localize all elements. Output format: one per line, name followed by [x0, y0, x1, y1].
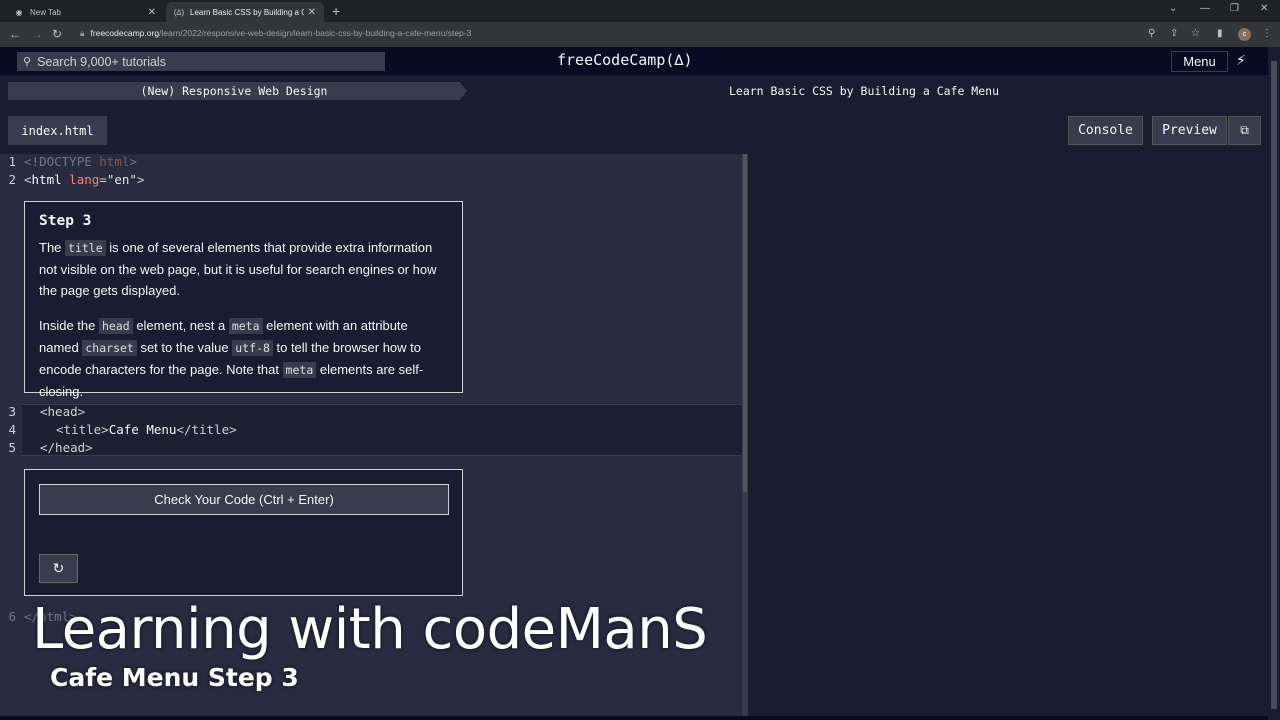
- check-code-button[interactable]: Check Your Code (Ctrl + Enter): [39, 484, 449, 515]
- reset-icon[interactable]: ↻: [39, 554, 78, 583]
- check-code-panel: Check Your Code (Ctrl + Enter) ↻: [24, 469, 463, 596]
- search-input[interactable]: ⚲ Search 9,000+ tutorials: [17, 52, 385, 71]
- line-number: 5: [8, 440, 16, 455]
- user-icon[interactable]: ⚡︎: [1236, 52, 1246, 69]
- browser-tab-bar: ◉ New Tab ✕ (∆) Learn Basic CSS by Build…: [0, 0, 1280, 22]
- zoom-icon[interactable]: ⚲: [1148, 28, 1155, 39]
- tab-list-chevron-icon[interactable]: ⌄: [1169, 3, 1177, 14]
- close-window-button[interactable]: ✕: [1260, 3, 1268, 14]
- menu-button[interactable]: Menu: [1171, 51, 1228, 72]
- code-line-3: <head>: [40, 404, 86, 419]
- tab-title: New Tab: [30, 7, 61, 17]
- browser-toolbar: ← → ↻ 🔒︎ freecodecamp.org/learn/2022/resp…: [0, 22, 1280, 47]
- overlay-title: Learning with codeManS: [32, 597, 708, 662]
- profile-avatar[interactable]: c: [1238, 28, 1251, 41]
- share-icon[interactable]: ⇪: [1170, 28, 1178, 39]
- line-number: 2: [8, 172, 16, 187]
- browser-tab-fcc[interactable]: (∆) Learn Basic CSS by Building a Ca ✕: [166, 2, 324, 22]
- search-placeholder: Search 9,000+ tutorials: [37, 54, 166, 69]
- breadcrumb-block[interactable]: Learn Basic CSS by Building a Cafe Menu: [640, 82, 1088, 100]
- reload-button[interactable]: ↻: [52, 27, 62, 41]
- flame-icon: ∆: [674, 51, 684, 69]
- url-host: freecodecamp.org: [90, 28, 160, 38]
- browser-tab-new-tab[interactable]: ◉ New Tab ✕: [6, 2, 164, 22]
- code-line-4: <title>Cafe Menu</title>: [56, 422, 237, 437]
- url-path: /learn/2022/responsive-web-design/learn-…: [159, 28, 472, 38]
- side-panel-icon[interactable]: ▮: [1217, 28, 1223, 39]
- breadcrumb: (New) Responsive Web Design Learn Basic …: [0, 75, 1268, 106]
- scrollbar-thumb[interactable]: [743, 154, 747, 492]
- line-number: 4: [8, 422, 16, 437]
- step-instructions: Step 3 The title is one of several eleme…: [24, 201, 463, 399]
- code-line-2: <html lang="en">: [24, 172, 145, 187]
- breadcrumb-superblock[interactable]: (New) Responsive Web Design: [8, 82, 460, 100]
- address-bar[interactable]: 🔒︎ freecodecamp.org/learn/2022/responsive…: [80, 28, 471, 39]
- fcc-icon: (∆): [173, 7, 185, 17]
- step-paragraph-1: The title is one of several elements tha…: [39, 240, 437, 298]
- preview-button[interactable]: Preview: [1152, 116, 1227, 145]
- code-line-5: </head>: [40, 440, 93, 455]
- step-paragraph-2: Inside the head element, nest a meta ele…: [39, 318, 424, 399]
- preview-pane: [748, 154, 1268, 720]
- fcc-navbar: ⚲ Search 9,000+ tutorials freeCodeCamp(∆…: [0, 47, 1268, 75]
- overlay-subtitle: Cafe Menu Step 3: [50, 663, 299, 692]
- forward-button[interactable]: →: [31, 27, 43, 41]
- search-icon: ⚲: [23, 56, 32, 68]
- file-tab-index-html[interactable]: index.html: [8, 116, 107, 145]
- editor-toolbar: index.html Console Preview ⧉: [0, 106, 1268, 154]
- chrome-icon: ◉: [15, 7, 23, 17]
- line-number: 6: [8, 609, 16, 624]
- console-button[interactable]: Console: [1068, 116, 1143, 145]
- page-scrollbar[interactable]: [1268, 47, 1280, 720]
- tab-title: Learn Basic CSS by Building a Ca: [190, 7, 304, 17]
- line-number: 1: [8, 154, 16, 169]
- fcc-logo[interactable]: freeCodeCamp(∆): [557, 51, 692, 69]
- breadcrumb-arrow: [460, 82, 467, 100]
- lock-icon[interactable]: 🔒︎: [80, 28, 85, 38]
- bookmark-star-icon[interactable]: ☆: [1191, 28, 1200, 39]
- code-line-1: <!DOCTYPE html>: [24, 154, 137, 169]
- close-tab-icon[interactable]: ✕: [308, 7, 316, 18]
- minimize-button[interactable]: —: [1200, 3, 1210, 14]
- bottom-strip: [0, 716, 1268, 720]
- restore-button[interactable]: ❐: [1230, 3, 1239, 14]
- back-button[interactable]: ←: [9, 27, 21, 41]
- new-tab-button[interactable]: +: [332, 3, 340, 19]
- step-title: Step 3: [39, 213, 92, 229]
- browser-menu-icon[interactable]: ⋮: [1262, 28, 1272, 39]
- scrollbar-thumb[interactable]: [1271, 61, 1277, 709]
- close-tab-icon[interactable]: ✕: [148, 7, 156, 18]
- line-number: 3: [8, 404, 16, 419]
- popout-preview-icon[interactable]: ⧉: [1228, 116, 1261, 145]
